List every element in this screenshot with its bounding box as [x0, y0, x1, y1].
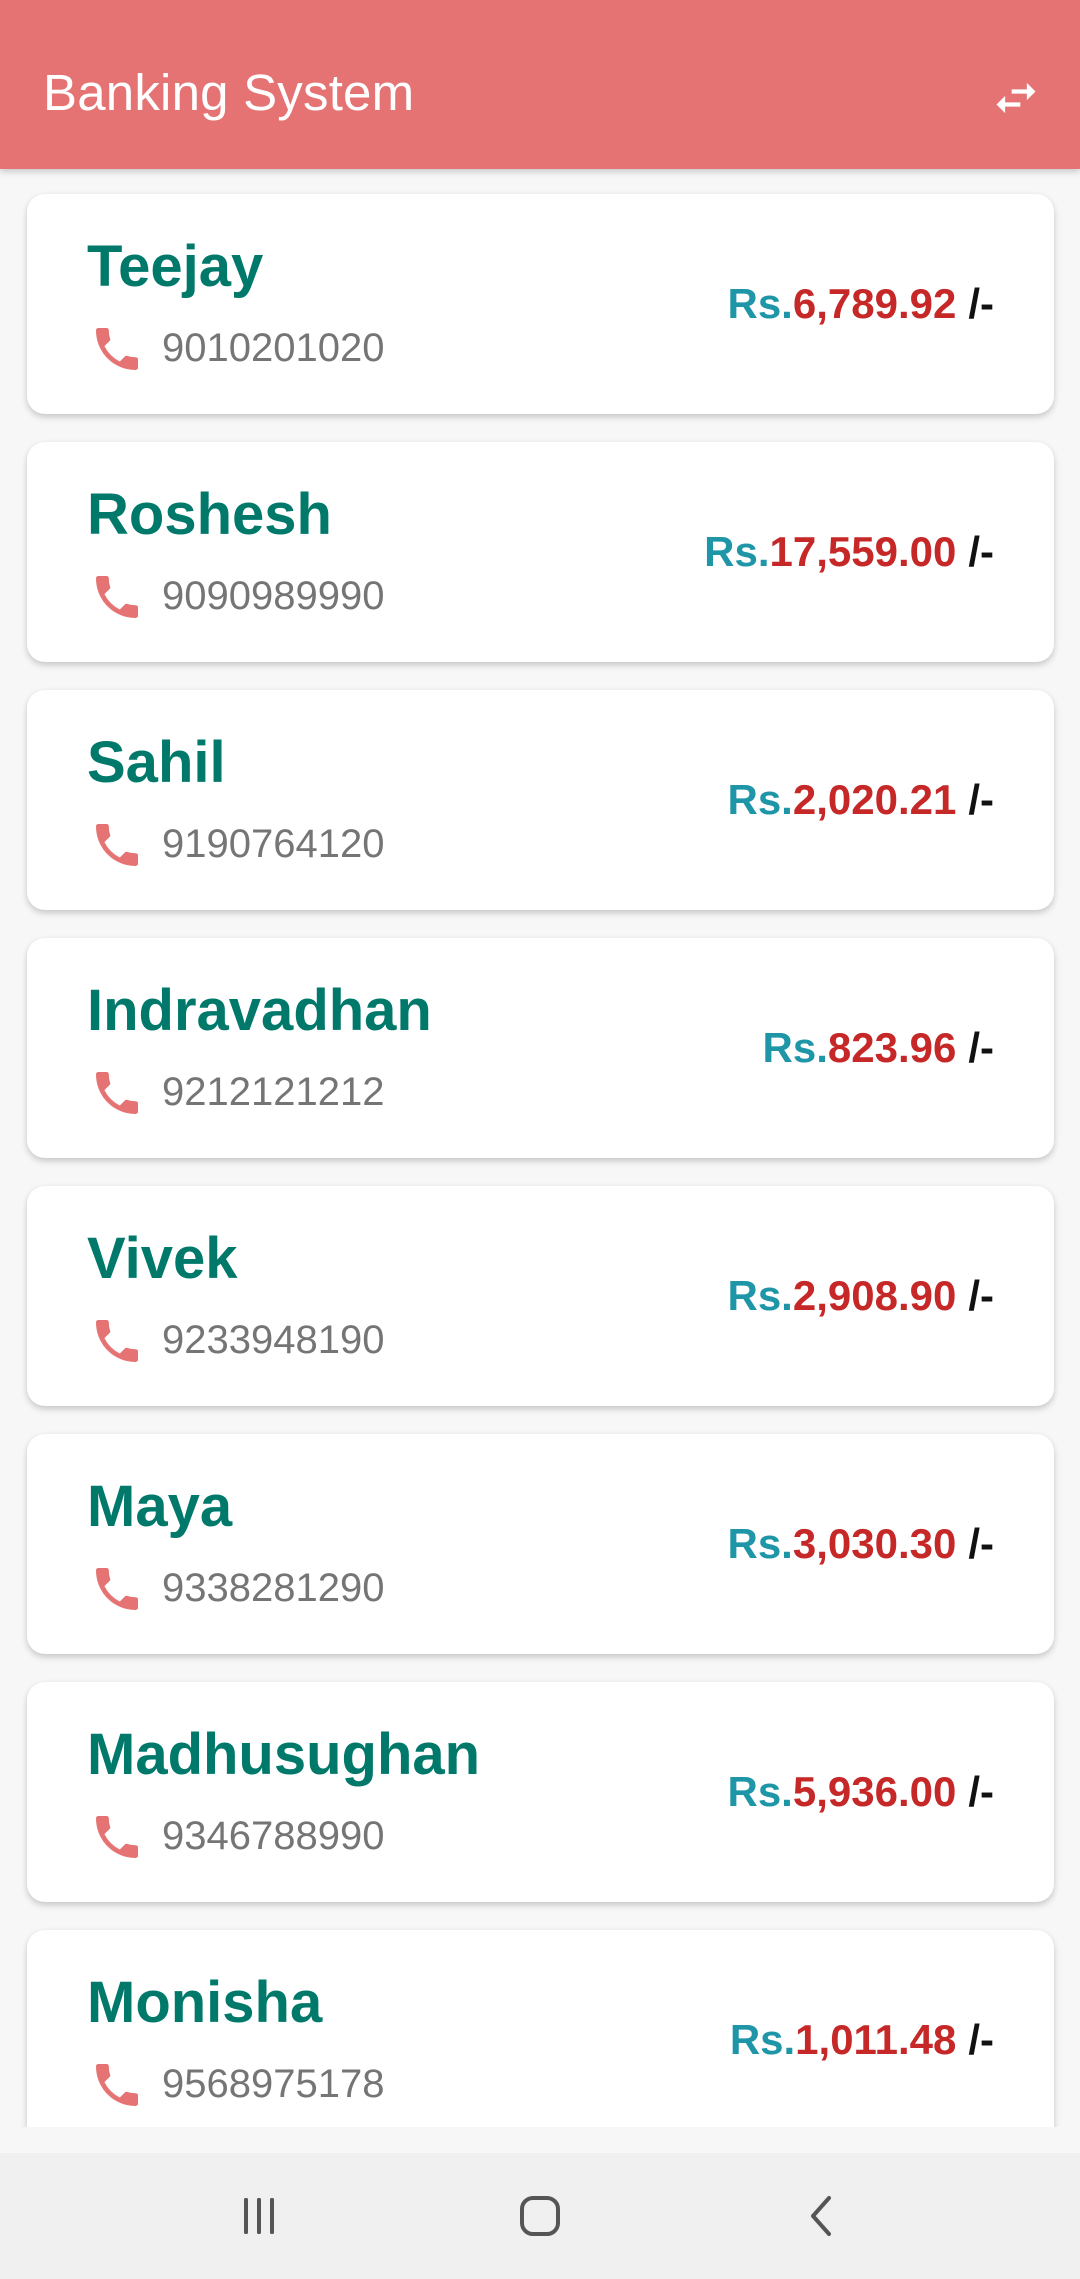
- customer-phone: 9338281290: [162, 1566, 385, 1610]
- phone-icon: [96, 1320, 138, 1362]
- balance-value: 6,789.92: [792, 280, 957, 327]
- customer-card[interactable]: Roshesh 9090989990 Rs.17,559.00/-: [27, 442, 1054, 662]
- swap-horiz-icon: [996, 82, 1036, 114]
- customer-balance: Rs.6,789.92/-: [727, 279, 994, 329]
- currency-suffix: /-: [968, 1520, 994, 1567]
- balance-value: 2,908.90: [792, 1272, 957, 1319]
- customer-balance: Rs.3,030.30/-: [727, 1519, 994, 1569]
- balance-value: 5,936.00: [792, 1768, 957, 1815]
- customer-name: Madhusughan: [87, 1722, 481, 1787]
- customer-name: Roshesh: [87, 482, 332, 547]
- customer-balance: Rs.2,908.90/-: [727, 1271, 994, 1321]
- customer-balance: Rs.17,559.00/-: [704, 527, 994, 577]
- currency-suffix: /-: [968, 1024, 994, 1071]
- currency-prefix: Rs.: [727, 1768, 793, 1815]
- transfer-button[interactable]: [978, 60, 1054, 136]
- customer-phone: 9233948190: [162, 1318, 385, 1362]
- customer-card[interactable]: Maya 9338281290 Rs.3,030.30/-: [27, 1434, 1054, 1654]
- phone-icon: [96, 1072, 138, 1114]
- currency-prefix: Rs.: [727, 776, 793, 823]
- customer-card[interactable]: Indravadhan 9212121212 Rs.823.96/-: [27, 938, 1054, 1158]
- customer-phone: 9212121212: [162, 1070, 385, 1114]
- currency-suffix: /-: [968, 528, 994, 575]
- customer-phone: 9010201020: [162, 326, 385, 370]
- customer-phone: 9190764120: [162, 822, 385, 866]
- recent-apps-icon: [244, 2198, 274, 2234]
- balance-value: 17,559.00: [769, 528, 957, 575]
- phone-icon: [96, 2064, 138, 2106]
- balance-value: 823.96: [827, 1024, 957, 1071]
- customer-balance: Rs.5,936.00/-: [727, 1767, 994, 1817]
- balance-value: 1,011.48: [795, 2016, 957, 2063]
- customer-name: Vivek: [87, 1226, 238, 1291]
- app-bar: Banking System: [0, 0, 1080, 169]
- customer-name: Maya: [87, 1474, 233, 1539]
- currency-prefix: Rs.: [727, 280, 793, 327]
- home-icon: [520, 2196, 560, 2236]
- customer-name: Monisha: [87, 1970, 323, 2035]
- back-icon: [811, 2196, 831, 2236]
- recent-apps-button[interactable]: [199, 2153, 319, 2279]
- customer-card[interactable]: Madhusughan 9346788990 Rs.5,936.00/-: [27, 1682, 1054, 1902]
- home-button[interactable]: [480, 2153, 600, 2279]
- customer-phone: 9346788990: [162, 1814, 385, 1858]
- currency-prefix: Rs.: [762, 1024, 828, 1071]
- balance-value: 2,020.21: [792, 776, 957, 823]
- currency-prefix: Rs.: [729, 2016, 796, 2063]
- app-title: Banking System: [43, 64, 415, 121]
- currency-prefix: Rs.: [704, 528, 770, 575]
- currency-suffix: /-: [968, 1768, 994, 1815]
- phone-icon: [96, 824, 138, 866]
- customer-name: Indravadhan: [87, 978, 432, 1043]
- currency-prefix: Rs.: [727, 1520, 793, 1567]
- currency-suffix: /-: [968, 2016, 994, 2063]
- customer-phone: 9090989990: [162, 574, 385, 618]
- phone-icon: [96, 1568, 138, 1610]
- phone-icon: [96, 576, 138, 618]
- currency-prefix: Rs.: [727, 1272, 793, 1319]
- customer-name: Sahil: [87, 730, 226, 795]
- currency-suffix: /-: [968, 280, 994, 327]
- customer-balance: Rs.2,020.21/-: [727, 775, 994, 825]
- customer-name: Teejay: [87, 234, 264, 299]
- back-button[interactable]: [762, 2153, 882, 2279]
- customer-card[interactable]: Teejay 9010201020 Rs.6,789.92/-: [27, 194, 1054, 414]
- system-nav-bar: [0, 2153, 1080, 2279]
- customer-card[interactable]: Vivek 9233948190 Rs.2,908.90/-: [27, 1186, 1054, 1406]
- customer-card[interactable]: Monisha 9568975178 Rs.1,011.48/-: [27, 1930, 1054, 2127]
- currency-suffix: /-: [968, 1272, 994, 1319]
- phone-icon: [96, 328, 138, 370]
- balance-value: 3,030.30: [792, 1520, 957, 1567]
- customer-phone: 9568975178: [162, 2062, 385, 2106]
- phone-icon: [96, 1816, 138, 1858]
- customer-list[interactable]: Teejay 9010201020 Rs.6,789.92/- Roshesh …: [0, 169, 1080, 2127]
- customer-balance: Rs.1,011.48/-: [730, 2015, 994, 2065]
- currency-suffix: /-: [968, 776, 994, 823]
- customer-card[interactable]: Sahil 9190764120 Rs.2,020.21/-: [27, 690, 1054, 910]
- customer-balance: Rs.823.96/-: [763, 1023, 994, 1073]
